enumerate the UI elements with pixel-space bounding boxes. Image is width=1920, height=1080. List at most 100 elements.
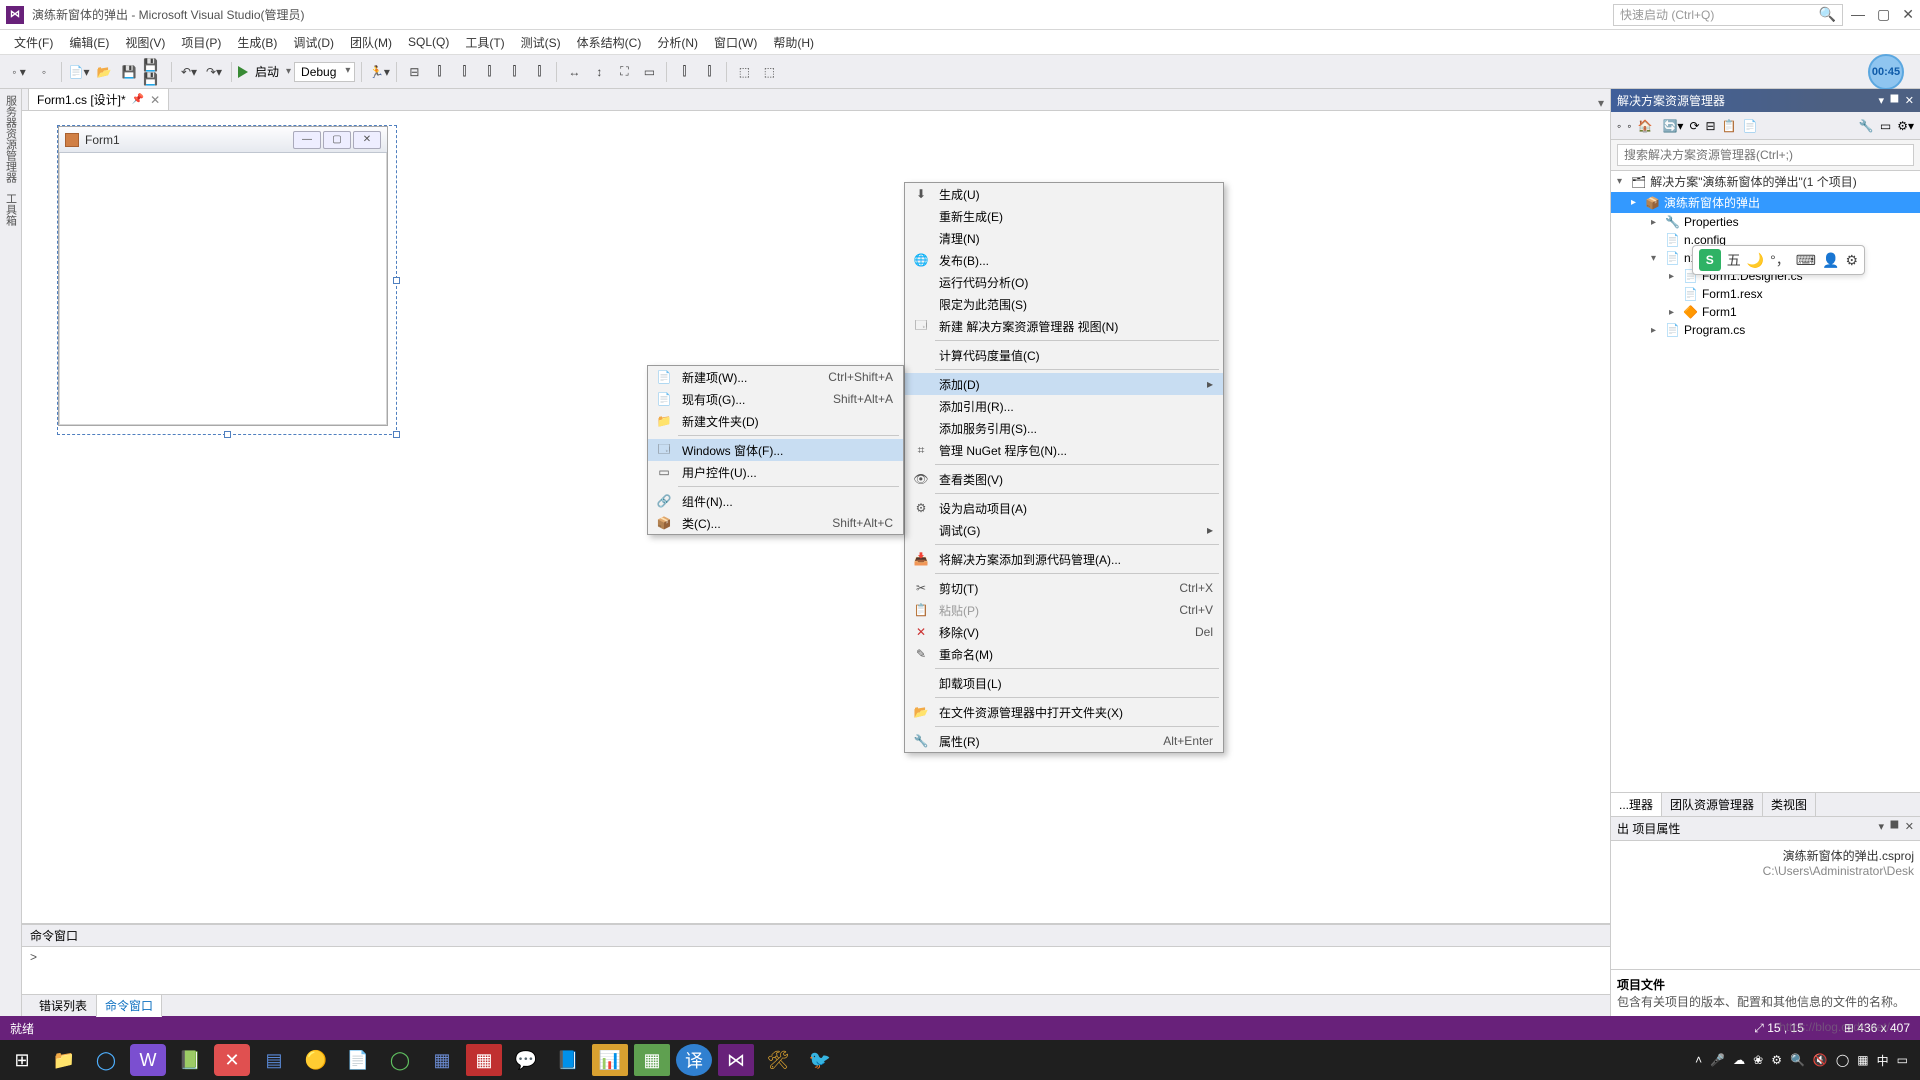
show-all-icon[interactable]: 📋 xyxy=(1722,119,1737,133)
panel-pin-icon[interactable]: ⯀ xyxy=(1890,820,1899,837)
context-menu-item[interactable]: 运行代码分析(O) xyxy=(905,271,1223,293)
spacing-icon-1[interactable]: ⫿ xyxy=(673,61,695,83)
context-menu-item[interactable]: 添加(D)▸ xyxy=(905,373,1223,395)
context-menu-item[interactable]: 🔗组件(N)... xyxy=(648,490,903,512)
context-menu-item[interactable]: 添加服务引用(S)... xyxy=(905,417,1223,439)
context-menu-item[interactable]: 计算代码度量值(C) xyxy=(905,344,1223,366)
menu-team[interactable]: 团队(M) xyxy=(344,31,398,54)
context-menu-item[interactable]: 📂在文件资源管理器中打开文件夹(X) xyxy=(905,701,1223,723)
command-window-tab[interactable]: 命令窗口 xyxy=(96,994,162,1017)
system-tray[interactable]: ˄ 🎤 ☁ ❀ ⚙ 🔍 🔇 ◯ ▦ 中 ▭ xyxy=(1695,1052,1916,1069)
resize-handle-s[interactable] xyxy=(224,431,231,438)
preview-icon[interactable]: ▭ xyxy=(1880,119,1891,133)
context-menu-item[interactable]: 🗔Windows 窗体(F)... xyxy=(648,439,903,461)
command-window-body[interactable]: > xyxy=(22,947,1610,967)
class-view-tab[interactable]: 类视图 xyxy=(1763,793,1816,816)
wps-icon[interactable]: W xyxy=(130,1044,166,1076)
start-dropdown-icon[interactable]: ▾ xyxy=(286,66,291,77)
app-icon[interactable]: 📗 xyxy=(172,1044,208,1076)
menu-edit[interactable]: 编辑(E) xyxy=(63,31,115,54)
wechat-icon[interactable]: 💬 xyxy=(508,1044,544,1076)
tree-node[interactable]: ▸🔧 Properties xyxy=(1611,213,1920,231)
form-client-area[interactable] xyxy=(59,153,387,425)
tray-notification-icon[interactable]: ▭ xyxy=(1897,1053,1908,1067)
spacing-icon-2[interactable]: ⫿ xyxy=(698,61,720,83)
app-icon[interactable]: 📘 xyxy=(550,1044,586,1076)
back-icon[interactable]: ◦ xyxy=(1617,119,1621,133)
context-menu-item[interactable]: 重新生成(E) xyxy=(905,205,1223,227)
order-icon-1[interactable]: ⬚ xyxy=(733,61,755,83)
app-icon[interactable]: ▦ xyxy=(466,1044,502,1076)
context-menu-item[interactable]: ✎重命名(M) xyxy=(905,643,1223,665)
menu-sql[interactable]: SQL(Q) xyxy=(402,32,455,52)
tray-icon[interactable]: ▦ xyxy=(1857,1053,1868,1067)
app-icon[interactable]: 📊 xyxy=(592,1044,628,1076)
context-menu-item[interactable]: 📄新建项(W)...Ctrl+Shift+A xyxy=(648,366,903,388)
document-tab[interactable]: Form1.cs [设计]* 📌 ✕ xyxy=(28,88,169,110)
solution-search-input[interactable] xyxy=(1617,144,1914,166)
context-menu-item[interactable]: 🌐发布(B)... xyxy=(905,249,1223,271)
close-icon[interactable]: ✕ xyxy=(1902,6,1914,23)
context-menu-item[interactable]: 👁查看类图(V) xyxy=(905,468,1223,490)
notepad-icon[interactable]: 📄 xyxy=(340,1044,376,1076)
pin-icon[interactable]: 📌 xyxy=(132,94,144,105)
context-menu-item[interactable]: ✕移除(V)Del xyxy=(905,621,1223,643)
menu-build[interactable]: 生成(B) xyxy=(231,31,283,54)
team-explorer-tab[interactable]: 团队资源管理器 xyxy=(1662,793,1763,816)
visual-studio-icon[interactable]: ⋈ xyxy=(718,1044,754,1076)
resize-handle-e[interactable] xyxy=(393,277,400,284)
context-menu-item[interactable]: 🗔新建 解决方案资源管理器 视图(N) xyxy=(905,315,1223,337)
start-debug-icon[interactable] xyxy=(238,66,248,78)
menu-window[interactable]: 窗口(W) xyxy=(708,31,763,54)
tray-volume-icon[interactable]: 🔇 xyxy=(1813,1053,1828,1067)
order-icon-2[interactable]: ⬚ xyxy=(758,61,780,83)
solution-explorer-tab[interactable]: ...理器 xyxy=(1611,793,1662,816)
project-node[interactable]: ▸📦 演练新窗体的弹出 xyxy=(1611,192,1920,213)
size-icon-2[interactable]: ↕ xyxy=(588,61,610,83)
solution-node[interactable]: ▾🗂 解决方案"演练新窗体的弹出"(1 个项目) xyxy=(1611,171,1920,192)
error-list-tab[interactable]: 错误列表 xyxy=(30,994,96,1017)
chrome-icon[interactable]: 🟡 xyxy=(298,1044,334,1076)
size-icon-3[interactable]: ⛶ xyxy=(613,61,635,83)
tray-icon[interactable]: ❀ xyxy=(1753,1053,1763,1067)
menu-file[interactable]: 文件(F) xyxy=(8,31,59,54)
size-icon-1[interactable]: ↔ xyxy=(563,61,585,83)
refresh-icon[interactable]: ⟳ xyxy=(1689,119,1699,133)
project-context-menu[interactable]: ⬇生成(U)重新生成(E)清理(N)🌐发布(B)...运行代码分析(O)限定为此… xyxy=(904,182,1224,753)
menu-project[interactable]: 项目(P) xyxy=(175,31,227,54)
app-icon[interactable]: 译 xyxy=(676,1044,712,1076)
context-menu-item[interactable]: 卸载项目(L) xyxy=(905,672,1223,694)
tab-overflow-icon[interactable]: ▾ xyxy=(1598,96,1604,110)
context-menu-item[interactable]: ⬇生成(U) xyxy=(905,183,1223,205)
save-all-icon[interactable]: 💾💾 xyxy=(143,61,165,83)
save-icon[interactable]: 💾 xyxy=(118,61,140,83)
start-button[interactable]: ⊞ xyxy=(4,1044,40,1076)
wrench-icon[interactable]: 🔧 xyxy=(1859,119,1874,133)
nav-fwd-icon[interactable]: ◦ xyxy=(33,61,55,83)
align-icon-2[interactable]: ⫿ xyxy=(428,61,450,83)
ime-icon[interactable]: 👤 xyxy=(1822,252,1839,269)
tree-node[interactable]: ▸🔶 Form1 xyxy=(1611,303,1920,321)
panel-close-icon[interactable]: ✕ xyxy=(1905,94,1914,107)
tree-node[interactable]: 📄 Form1.resx xyxy=(1611,285,1920,303)
menu-test[interactable]: 测试(S) xyxy=(515,31,567,54)
app-icon[interactable]: ▦ xyxy=(424,1044,460,1076)
align-icon-6[interactable]: ⫿ xyxy=(528,61,550,83)
tray-icon[interactable]: ☁ xyxy=(1733,1053,1745,1067)
size-icon-4[interactable]: ▭ xyxy=(638,61,660,83)
tray-icon[interactable]: ◯ xyxy=(1836,1053,1849,1067)
context-menu-item[interactable]: 📁新建文件夹(D) xyxy=(648,410,903,432)
minimize-icon[interactable]: — xyxy=(1851,6,1865,23)
fwd-icon[interactable]: ◦ xyxy=(1627,119,1631,133)
ime-floating-bar[interactable]: S 五 🌙 °， ⌨ 👤 ⚙ xyxy=(1692,245,1865,275)
context-menu-item[interactable]: 📄现有项(G)...Shift+Alt+A xyxy=(648,388,903,410)
align-icon-3[interactable]: ⫿ xyxy=(453,61,475,83)
properties-icon[interactable]: 📄 xyxy=(1743,119,1758,133)
start-label[interactable]: 启动 xyxy=(251,63,283,80)
context-menu-item[interactable]: 添加引用(R)... xyxy=(905,395,1223,417)
ime-icon[interactable]: 🌙 xyxy=(1747,252,1764,269)
maximize-icon[interactable]: ▢ xyxy=(1877,6,1890,23)
ime-keyboard-icon[interactable]: ⌨ xyxy=(1796,252,1816,269)
menu-debug[interactable]: 调试(D) xyxy=(287,31,340,54)
tree-node[interactable]: ▸📄 Program.cs xyxy=(1611,321,1920,339)
